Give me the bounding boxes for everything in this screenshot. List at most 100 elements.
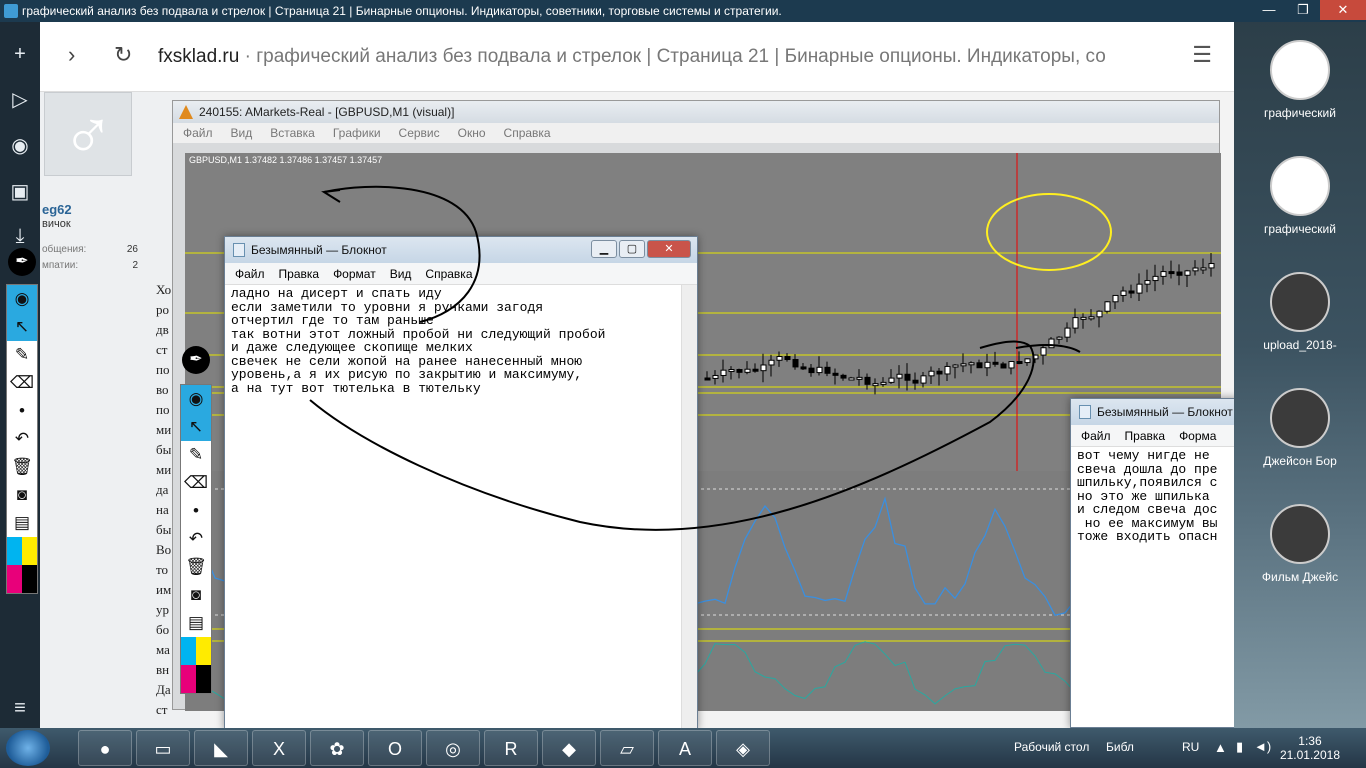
library-label[interactable]: Библ bbox=[1106, 740, 1134, 754]
undo-icon[interactable]: ↶ bbox=[7, 425, 37, 453]
minimize-button[interactable]: — bbox=[1252, 0, 1286, 20]
color-palette[interactable] bbox=[181, 637, 211, 693]
download-icon[interactable]: ⤓ bbox=[6, 222, 34, 250]
mt-menu-window[interactable]: Окно bbox=[458, 126, 486, 140]
dot-icon[interactable]: • bbox=[181, 497, 211, 525]
color-swatch[interactable] bbox=[196, 637, 211, 665]
clipboard-icon[interactable]: ▤ bbox=[7, 509, 37, 537]
color-swatch[interactable] bbox=[22, 565, 37, 593]
color-swatch[interactable] bbox=[7, 565, 22, 593]
mt-menu-insert[interactable]: Вставка bbox=[270, 126, 315, 140]
speed-dial-item[interactable]: upload_2018- bbox=[1234, 272, 1366, 352]
speed-dial-thumbnail bbox=[1270, 156, 1330, 216]
network-icon[interactable]: ▮ bbox=[1236, 739, 1243, 755]
candle-body bbox=[712, 374, 719, 379]
notepad-close-button[interactable]: ✕ bbox=[647, 240, 691, 258]
np-menu-format[interactable]: Формат bbox=[333, 267, 376, 281]
camera-icon[interactable]: ◉ bbox=[6, 132, 34, 160]
chrome-icon[interactable]: ● bbox=[78, 730, 132, 766]
np2-menu-file[interactable]: Файл bbox=[1081, 429, 1111, 443]
url-field[interactable]: fxsklad.ru · графический анализ без подв… bbox=[158, 46, 1148, 68]
speed-dial-item[interactable]: Джейсон Бор bbox=[1234, 388, 1366, 468]
close-button[interactable]: ✕ bbox=[1320, 0, 1366, 20]
dot-icon[interactable]: • bbox=[7, 397, 37, 425]
eraser-icon[interactable]: ⌫ bbox=[7, 369, 37, 397]
mt-menu-help[interactable]: Справка bbox=[504, 126, 551, 140]
eye-icon[interactable]: ◉ bbox=[7, 285, 37, 313]
speed-dial-item[interactable]: графический bbox=[1234, 40, 1366, 120]
np2-menu-edit[interactable]: Правка bbox=[1125, 429, 1166, 443]
np-menu-file[interactable]: Файл bbox=[235, 267, 265, 281]
play-icon[interactable]: ▷ bbox=[6, 86, 34, 114]
candle-body bbox=[760, 364, 767, 372]
np-menu-edit[interactable]: Правка bbox=[279, 267, 320, 281]
language-indicator[interactable]: RU bbox=[1182, 740, 1199, 754]
username[interactable]: eg62 bbox=[42, 202, 72, 217]
eye-icon[interactable]: ◉ bbox=[181, 385, 211, 413]
desktop-label[interactable]: Рабочий стол bbox=[1014, 740, 1089, 754]
visual-studio-icon[interactable]: ◣ bbox=[194, 730, 248, 766]
clock[interactable]: 1:36 21.01.2018 bbox=[1280, 734, 1340, 762]
trash-icon[interactable]: 🗑 bbox=[181, 553, 211, 581]
pen-app-icon[interactable]: ◆ bbox=[542, 730, 596, 766]
screenshot-icon[interactable]: ◙ bbox=[7, 481, 37, 509]
menu-icon[interactable]: ≡ bbox=[6, 694, 34, 722]
mt-menu-service[interactable]: Сервис bbox=[399, 126, 440, 140]
notepad-app-icon[interactable]: ▱ bbox=[600, 730, 654, 766]
file-explorer-icon[interactable]: ▭ bbox=[136, 730, 190, 766]
notepad-scrollbar[interactable] bbox=[681, 285, 697, 728]
avatar[interactable]: ♂ bbox=[44, 92, 132, 176]
restore-button[interactable]: ❐ bbox=[1286, 0, 1320, 20]
notepad-maximize-button[interactable]: ▢ bbox=[619, 240, 645, 258]
np-menu-help[interactable]: Справка bbox=[425, 267, 472, 281]
opera-icon[interactable]: O bbox=[368, 730, 422, 766]
excel-icon[interactable]: X bbox=[252, 730, 306, 766]
browser-menu-icon[interactable]: ☰ bbox=[1192, 42, 1212, 68]
opera-neon-icon[interactable]: ◎ bbox=[426, 730, 480, 766]
notepad-second-text[interactable]: вот чему нигде не свеча дошла до пре шпи… bbox=[1071, 447, 1234, 546]
trash-icon[interactable]: 🗑 bbox=[7, 453, 37, 481]
np2-menu-format[interactable]: Форма bbox=[1179, 429, 1216, 443]
mt-menu-charts[interactable]: Графики bbox=[333, 126, 381, 140]
add-icon[interactable]: + bbox=[6, 40, 34, 68]
color-swatch[interactable] bbox=[22, 537, 37, 565]
notepad-main-text[interactable]: ладно на дисерт и спать иду если заметил… bbox=[225, 285, 697, 397]
speed-dial-item[interactable]: Фильм Джейс bbox=[1234, 504, 1366, 584]
pointer-icon[interactable]: ↖ bbox=[7, 313, 37, 341]
forward-icon[interactable]: › bbox=[68, 42, 75, 68]
pen-badge-icon-2[interactable]: ✒ bbox=[182, 346, 210, 374]
candle-body bbox=[1112, 294, 1119, 303]
amarkets-icon[interactable]: A bbox=[658, 730, 712, 766]
metatrader-icon[interactable]: ◈ bbox=[716, 730, 770, 766]
candle-body bbox=[728, 369, 735, 373]
flower-app-icon[interactable]: ✿ bbox=[310, 730, 364, 766]
clipboard-icon[interactable]: ▤ bbox=[181, 609, 211, 637]
pen-icon[interactable]: ✎ bbox=[7, 341, 37, 369]
speed-dial-item[interactable]: графический bbox=[1234, 156, 1366, 236]
pen-icon[interactable]: ✎ bbox=[181, 441, 211, 469]
image-icon[interactable]: ▣ bbox=[6, 178, 34, 206]
volume-icon[interactable]: ◄) bbox=[1254, 739, 1271, 754]
candle-body bbox=[800, 366, 807, 370]
mt-menu-view[interactable]: Вид bbox=[231, 126, 253, 140]
undo-icon[interactable]: ↶ bbox=[181, 525, 211, 553]
notepad-minimize-button[interactable]: ▁ bbox=[591, 240, 617, 258]
screenshot-icon[interactable]: ◙ bbox=[181, 581, 211, 609]
pointer-icon[interactable]: ↖ bbox=[181, 413, 211, 441]
color-swatch[interactable] bbox=[196, 665, 211, 693]
start-button[interactable] bbox=[6, 730, 50, 766]
candle-body bbox=[1064, 327, 1071, 338]
color-palette[interactable] bbox=[7, 537, 37, 593]
color-swatch[interactable] bbox=[181, 665, 196, 693]
pen-badge-icon[interactable]: ✒ bbox=[8, 248, 36, 276]
tray-arrow-icon[interactable]: ▲ bbox=[1214, 740, 1227, 755]
np-menu-view[interactable]: Вид bbox=[390, 267, 412, 281]
candle-body bbox=[936, 370, 943, 375]
clock-date: 21.01.2018 bbox=[1279, 748, 1340, 762]
color-swatch[interactable] bbox=[7, 537, 22, 565]
terminal-app-icon[interactable]: R bbox=[484, 730, 538, 766]
mt-menu-file[interactable]: Файл bbox=[183, 126, 213, 140]
reload-icon[interactable]: ↻ bbox=[114, 42, 132, 68]
eraser-icon[interactable]: ⌫ bbox=[181, 469, 211, 497]
color-swatch[interactable] bbox=[181, 637, 196, 665]
